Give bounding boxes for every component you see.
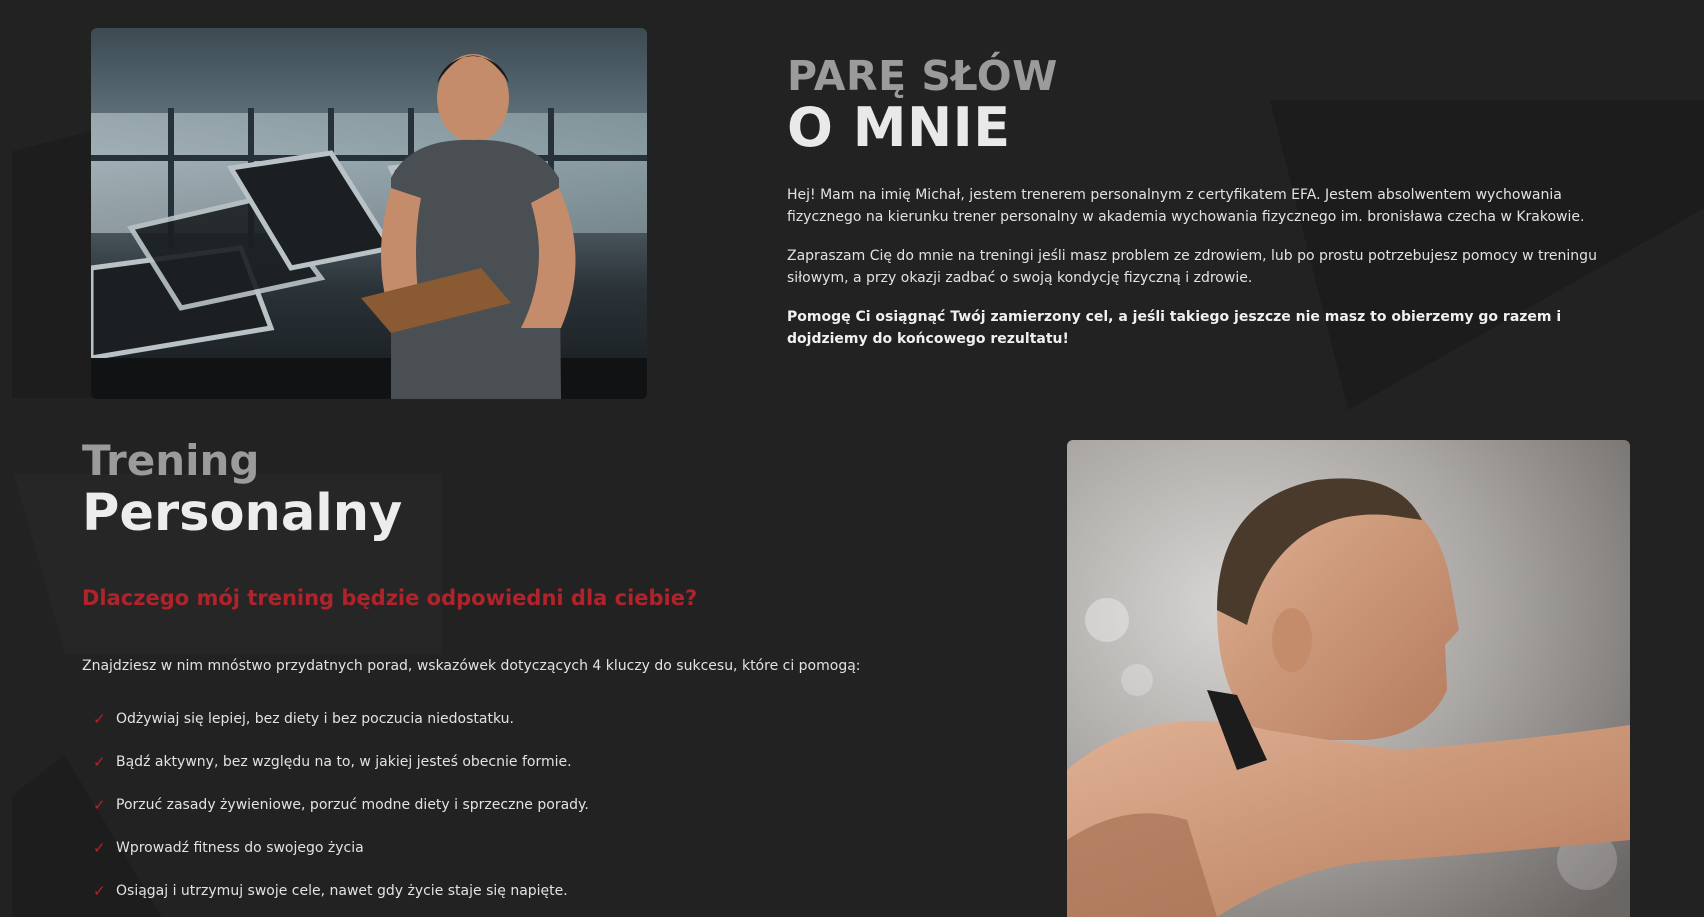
benefit-item: ✓ Odżywiaj się lepiej, bez diety i bez p… [82,697,962,740]
benefit-text: Osiągaj i utrzymuj swoje cele, nawet gdy… [116,882,568,899]
about-title: O MNIE [787,96,1011,159]
about-text: Hej! Mam na imię Michał, jestem trenerem… [787,184,1627,350]
training-section: Trening Personalny Dlaczego mój trening … [82,437,962,912]
about-kicker: PARĘ SŁÓW [787,52,1058,100]
training-subtitle: Dlaczego mój trening będzie odpowiedni d… [82,586,698,610]
training-intro: Znajdziesz w nim mnóstwo przydatnych por… [82,658,861,674]
training-kicker: Trening [82,436,260,485]
benefit-item: ✓ Bądź aktywny, bez względu na to, w jak… [82,740,962,783]
about-highlight: Pomogę Ci osiągnąć Twój zamierzony cel, … [787,309,1562,347]
benefit-text: Wprowadź fitness do swojego życia [116,839,364,856]
benefit-text: Bądź aktywny, bez względu na to, w jakie… [116,753,572,770]
benefit-text: Odżywiaj się lepiej, bez diety i bez poc… [116,710,514,727]
check-icon: ✓ [93,709,106,728]
athlete-photo [1067,440,1630,917]
trainer-photo [91,28,647,399]
benefit-item: ✓ Porzuć zasady żywieniowe, porzuć modne… [82,783,962,826]
check-icon: ✓ [93,795,106,814]
benefits-list: ✓ Odżywiaj się lepiej, bez diety i bez p… [82,697,962,912]
training-title: Personalny [82,484,403,543]
benefit-item: ✓ Wprowadź fitness do swojego życia [82,826,962,869]
benefit-item: ✓ Osiągaj i utrzymuj swoje cele, nawet g… [82,869,962,912]
benefit-text: Porzuć zasady żywieniowe, porzuć modne d… [116,796,589,813]
about-paragraph: Hej! Mam na imię Michał, jestem trenerem… [787,187,1585,225]
check-icon: ✓ [93,752,106,771]
check-icon: ✓ [93,881,106,900]
page: PARĘ SŁÓW O MNIE Hej! Mam na imię Michał… [0,0,1704,917]
check-icon: ✓ [93,838,106,857]
about-paragraph: Zapraszam Cię do mnie na treningi jeśli … [787,248,1597,286]
about-section: PARĘ SŁÓW O MNIE Hej! Mam na imię Michał… [787,52,1627,367]
